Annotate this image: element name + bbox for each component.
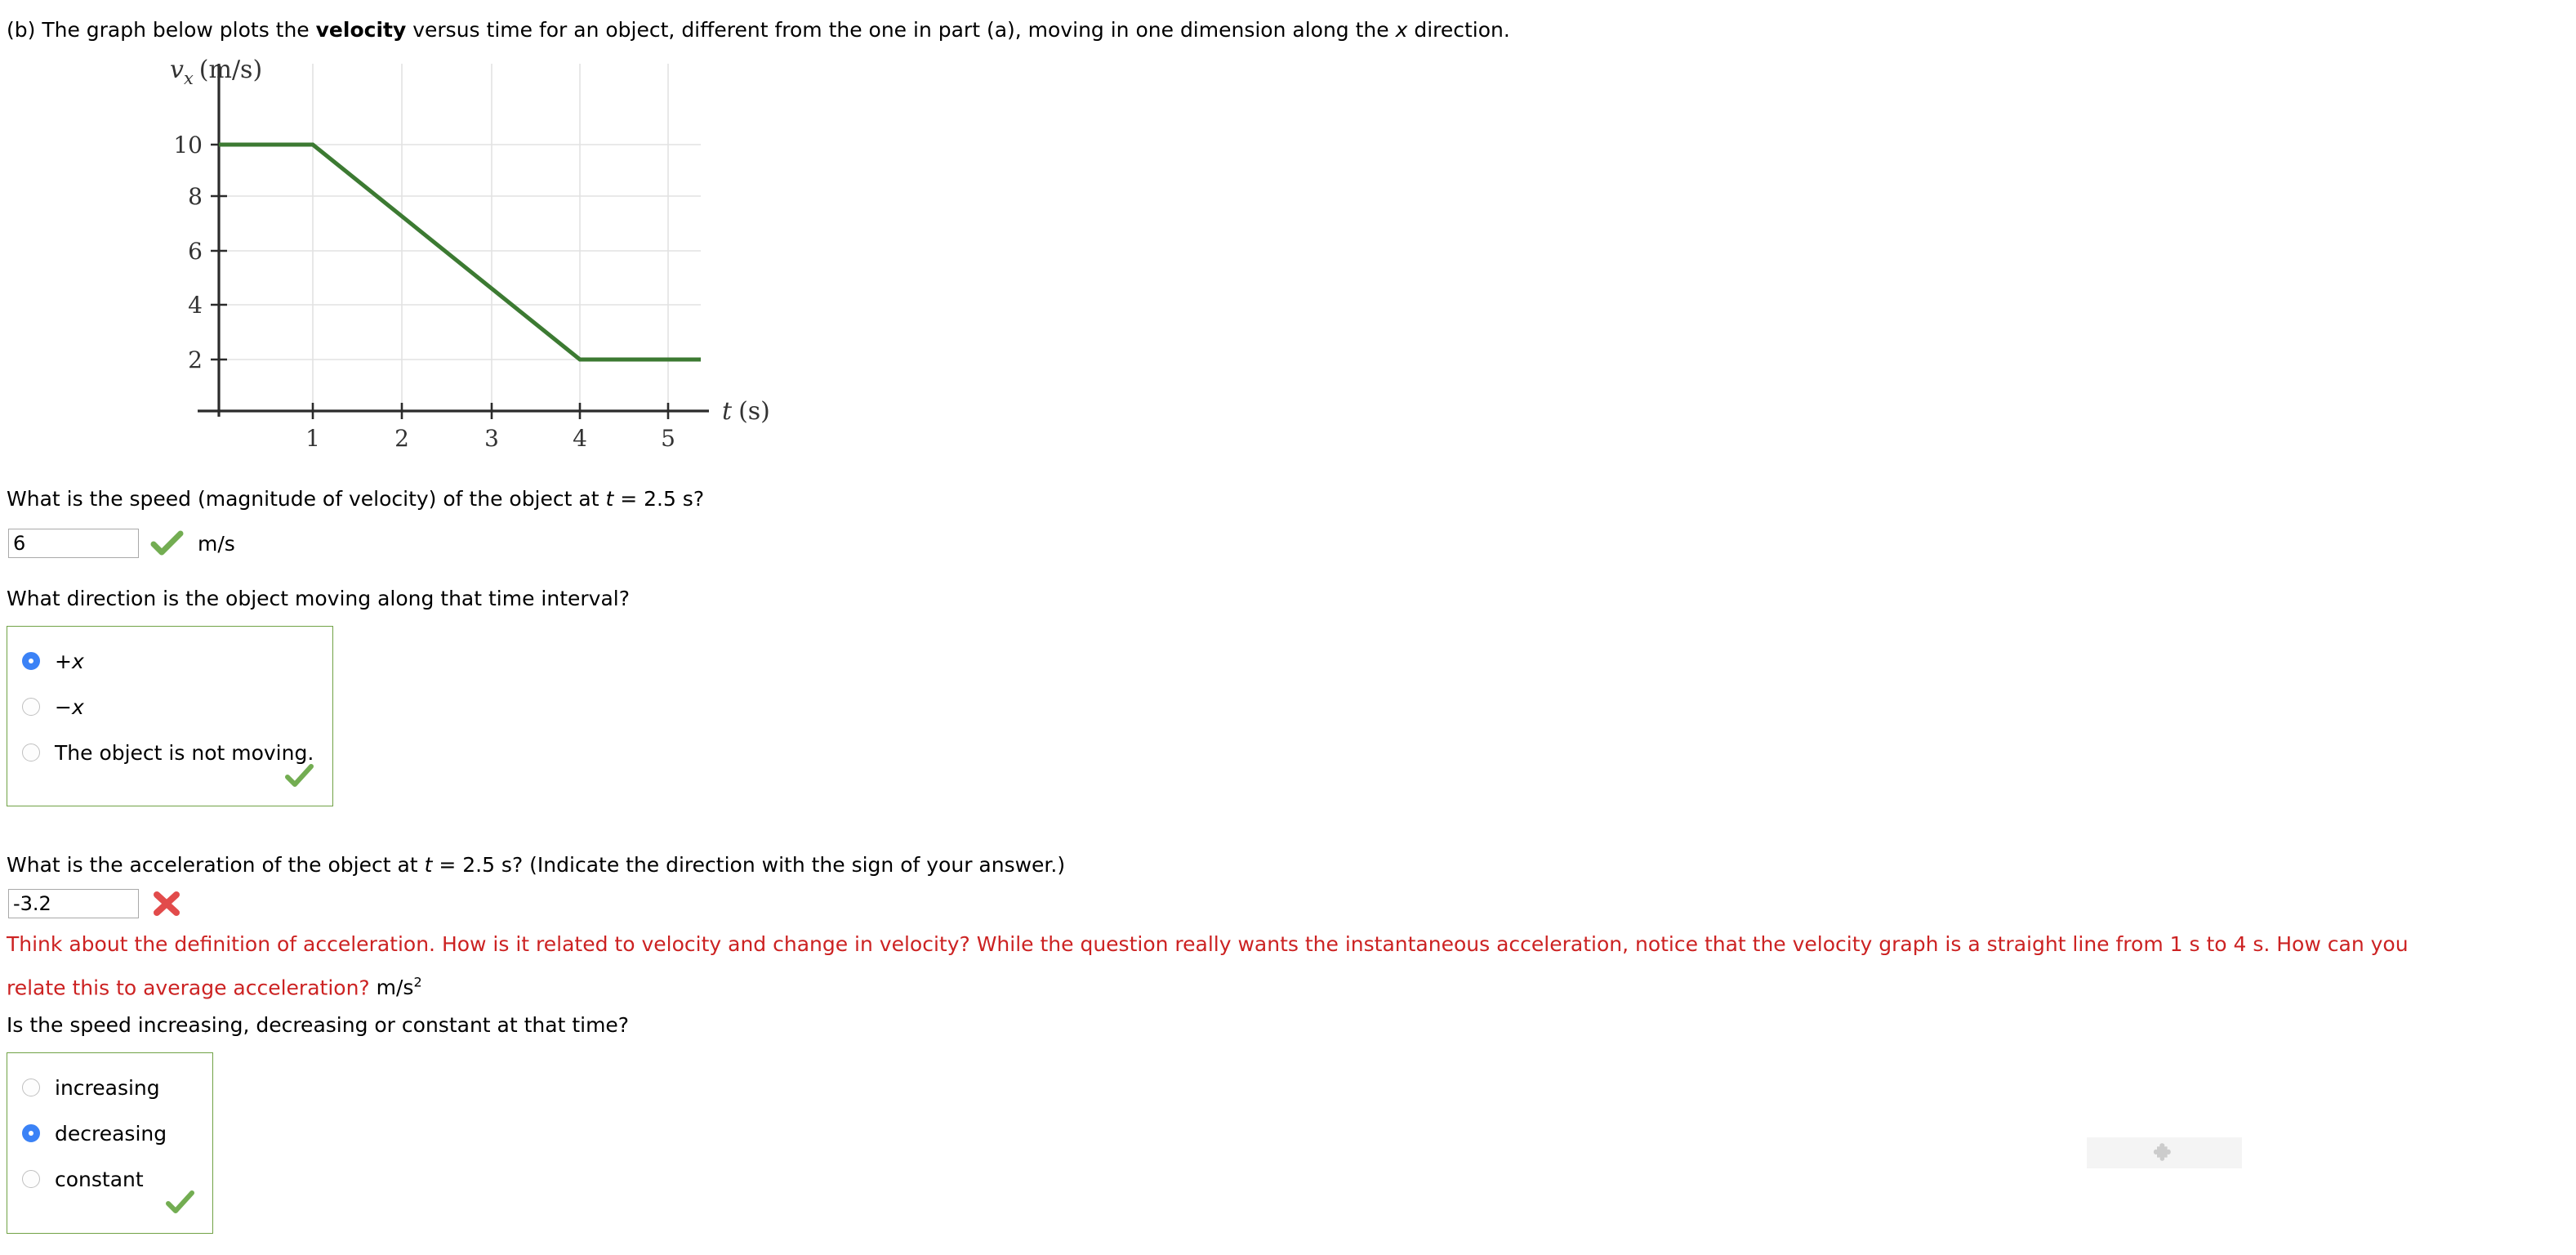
velocity-time-graph: 10 8 6 4 2 1 2 3 4 5 vx (m/s) t (s) (0, 57, 825, 449)
intro-suffix: direction. (1407, 18, 1510, 42)
y-tick-label-8: 8 (188, 183, 203, 210)
radio-label-minus-x: −x (55, 694, 84, 719)
q1-unit-label: m/s (198, 531, 235, 556)
x-axis-label-units: (s) (738, 397, 770, 426)
radio-button-plus-x[interactable] (22, 652, 40, 670)
question-speed-prompt: What is the speed (magnitude of velocity… (7, 487, 704, 511)
y-tick-label-6: 6 (188, 238, 203, 265)
radio-button-constant[interactable] (22, 1170, 40, 1188)
radio-option-increasing[interactable]: increasing (7, 1065, 212, 1110)
q1-answer-row: m/s (8, 527, 235, 560)
y-axis-label-sub: x (184, 69, 194, 88)
x-axis-label-var: t (722, 397, 733, 426)
radio-label-decreasing: decreasing (55, 1121, 167, 1146)
radio-option-decreasing[interactable]: decreasing (7, 1110, 212, 1156)
intro-italic-x: x (1395, 18, 1408, 42)
x-axis-label: t (s) (722, 397, 770, 426)
graph-svg: 10 8 6 4 2 1 2 3 4 5 vx (m/s) t (s) (170, 57, 770, 449)
radio-option-minus-x[interactable]: −x (7, 684, 332, 730)
q1-prompt-a: What is the speed (magnitude of velocity… (7, 487, 606, 511)
intro-mid: versus time for an object, different fro… (406, 18, 1396, 42)
question-speed-trend-prompt: Is the speed increasing, decreasing or c… (7, 1013, 630, 1037)
q1-prompt-b: = 2.5 s? (613, 487, 705, 511)
direction-correct-check-icon (285, 764, 314, 787)
radio-button-decreasing[interactable] (22, 1124, 40, 1142)
x-tick-label-2: 2 (394, 425, 409, 449)
incorrect-cross-icon (154, 891, 180, 916)
q3-prompt-a: What is the acceleration of the object a… (7, 853, 425, 877)
q1-prompt-var-t: t (605, 487, 614, 511)
y-tick-label-2: 2 (188, 346, 203, 373)
y-tick-label-10: 10 (173, 132, 203, 159)
y-axis-label-var: v (170, 57, 184, 84)
q3-unit-label: m/s2 (376, 975, 422, 1000)
radio-label-increasing: increasing (55, 1075, 160, 1100)
x-tick-label-1: 1 (305, 425, 320, 449)
radio-label-not-moving: The object is not moving. (55, 740, 314, 765)
y-tick-label-4: 4 (188, 292, 203, 319)
plugin-placeholder[interactable] (2087, 1137, 2242, 1168)
question-direction-prompt: What direction is the object moving alon… (7, 587, 631, 610)
intro-prefix: (b) The graph below plots the (7, 18, 316, 42)
radio-option-plus-x[interactable]: +x (7, 638, 332, 684)
feedback-line-1: Think about the definition of accelerati… (7, 932, 2409, 956)
x-tick-label-3: 3 (484, 425, 499, 449)
x-tick-label-5: 5 (661, 425, 675, 449)
speed-trend-radio-group[interactable]: increasing decreasing constant (7, 1052, 213, 1234)
part-b-intro: (b) The graph below plots the velocity v… (7, 18, 1510, 42)
y-axis-label: vx (m/s) (170, 57, 262, 88)
grid-horizontal (219, 144, 701, 360)
y-axis-label-units: (m/s) (199, 57, 262, 84)
direction-radio-group[interactable]: +x −x The object is not moving. (7, 626, 333, 806)
radio-button-minus-x[interactable] (22, 698, 40, 716)
radio-label-plus-x: +x (55, 649, 84, 673)
acceleration-answer-input[interactable] (8, 889, 139, 918)
speed-answer-input[interactable] (8, 529, 139, 558)
velocity-curve (219, 142, 701, 362)
feedback-line-2: relate this to average acceleration? (7, 976, 370, 1000)
q3-prompt-b: = 2.5 s? (Indicate the direction with th… (432, 853, 1066, 877)
radio-button-increasing[interactable] (22, 1079, 40, 1096)
correct-check-icon (150, 530, 184, 556)
speed-trend-correct-check-icon (166, 1190, 194, 1213)
radio-button-not-moving[interactable] (22, 744, 40, 761)
acceleration-feedback: Think about the definition of accelerati… (7, 925, 2571, 1007)
question-acceleration-prompt: What is the acceleration of the object a… (7, 853, 1065, 878)
q3-prompt-var-t: t (424, 853, 433, 877)
radio-label-constant: constant (55, 1167, 144, 1191)
x-tick-label-4: 4 (573, 425, 587, 449)
q3-answer-row (8, 888, 183, 919)
intro-bold-velocity: velocity (315, 18, 407, 42)
worksheet-page: (b) The graph below plots the velocity v… (0, 0, 2576, 1255)
puzzle-piece-icon (2153, 1143, 2171, 1161)
